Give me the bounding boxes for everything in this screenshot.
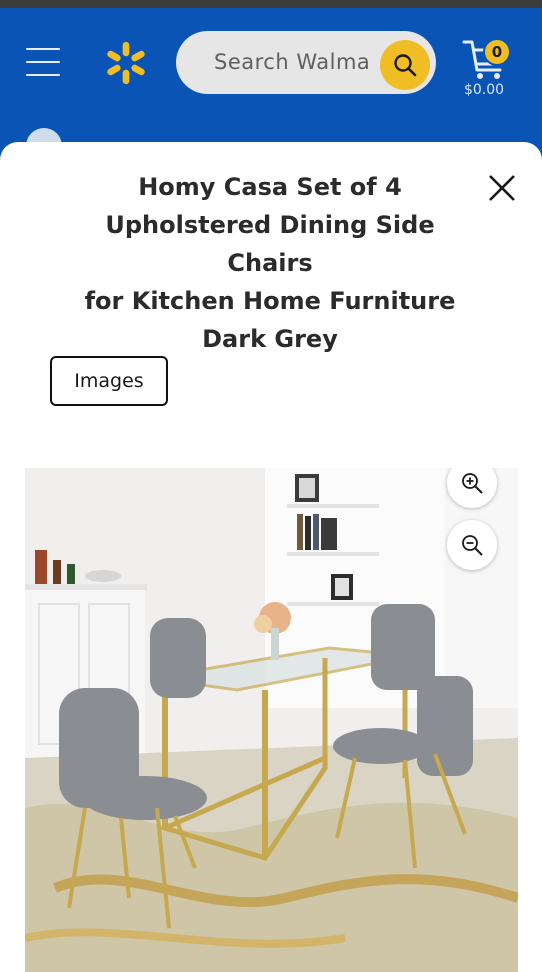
image-viewer-modal: Homy Casa Set of 4 Upholstered Dining Si… — [0, 142, 542, 972]
title-line: Dark Grey — [202, 325, 338, 353]
app-header: Search Walma 0 $0.00 — [0, 8, 542, 148]
search-placeholder: Search Walma — [214, 50, 371, 74]
product-title: Homy Casa Set of 4 Upholstered Dining Si… — [70, 168, 470, 358]
menu-icon[interactable] — [26, 48, 62, 78]
walmart-spark-logo[interactable] — [102, 38, 150, 88]
images-tab-button[interactable]: Images — [50, 356, 168, 406]
zoom-out-icon — [462, 535, 483, 556]
status-bar — [0, 0, 542, 8]
zoom-out-button[interactable] — [447, 520, 497, 570]
title-line: Upholstered Dining Side Chairs — [105, 211, 435, 277]
zoom-in-icon — [462, 473, 483, 494]
title-line: for Kitchen Home Furniture — [84, 287, 456, 315]
cart-count-badge: 0 — [483, 38, 511, 66]
close-icon[interactable] — [486, 172, 518, 204]
dining-set-photo — [25, 468, 518, 972]
search-button[interactable] — [380, 40, 430, 90]
title-line: Homy Casa Set of 4 — [138, 173, 402, 201]
search-icon — [394, 54, 417, 77]
product-image[interactable] — [25, 468, 518, 972]
cart-total: $0.00 — [463, 82, 505, 98]
